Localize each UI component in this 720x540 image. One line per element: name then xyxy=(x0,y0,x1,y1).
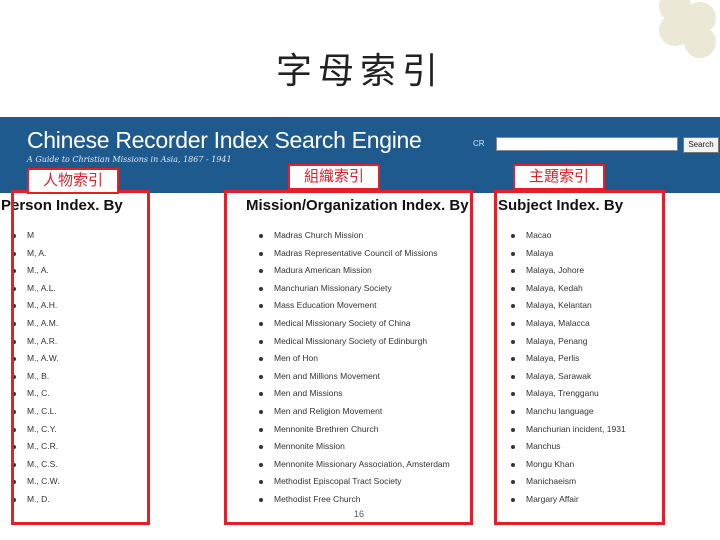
organization-index-highlight xyxy=(224,190,473,525)
person-index-highlight xyxy=(11,190,150,525)
search-input[interactable] xyxy=(496,137,678,151)
search-button[interactable]: Search xyxy=(683,137,719,153)
site-subtitle: A Guide to Christian Missions in Asia, 1… xyxy=(27,155,232,164)
slide-title: 字母索引 xyxy=(275,51,444,92)
subject-index-tag: 主題索引 xyxy=(513,164,605,190)
person-index-tag: 人物索引 xyxy=(27,168,119,194)
organization-index-tag: 組織索引 xyxy=(288,164,380,190)
site-title[interactable]: Chinese Recorder Index Search Engine xyxy=(27,127,422,154)
subject-index-highlight xyxy=(494,190,665,525)
search-scope-label: CR xyxy=(473,139,485,148)
